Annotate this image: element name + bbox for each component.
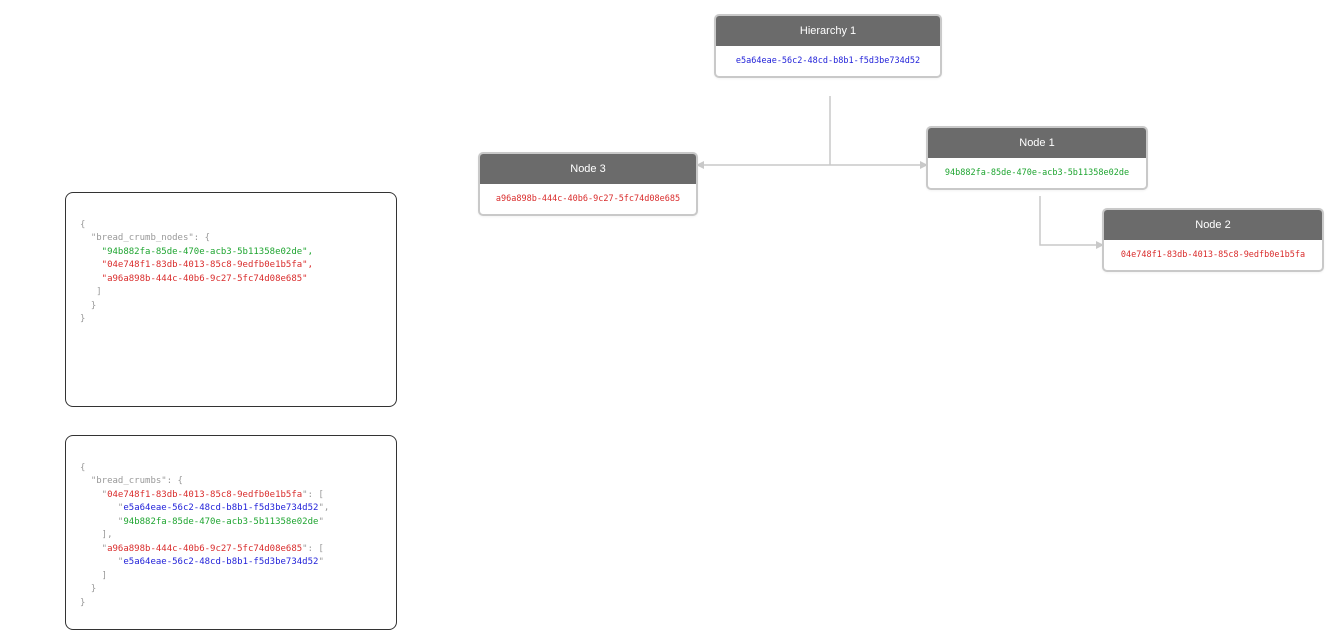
uuid-red: "04e748f1-83db-4013-85c8-9edfb0e1b5fa",	[80, 260, 313, 270]
code-line: "a96a898b-444c-40b6-9c27-5fc74d08e685": …	[80, 544, 324, 554]
node-uuid: a96a898b-444c-40b6-9c27-5fc74d08e685	[480, 184, 696, 214]
code-line: ]	[80, 571, 107, 581]
code-line: }	[80, 598, 85, 608]
code-line: "bread_crumbs": {	[80, 476, 183, 486]
node-uuid: 04e748f1-83db-4013-85c8-9edfb0e1b5fa	[1104, 240, 1322, 270]
node-title: Node 1	[928, 128, 1146, 158]
json-panel-breadcrumbs: { "bread_crumbs": { "04e748f1-83db-4013-…	[65, 435, 397, 630]
node-root: Hierarchy 1 e5a64eae-56c2-48cd-b8b1-f5d3…	[714, 14, 942, 78]
code-line: ]	[80, 287, 102, 297]
code-line: "e5a64eae-56c2-48cd-b8b1-f5d3be734d52",	[80, 503, 329, 513]
code-line: ],	[80, 530, 113, 540]
code-line: {	[80, 463, 85, 473]
node-title: Hierarchy 1	[716, 16, 940, 46]
code-line: }	[80, 314, 85, 324]
node-3: Node 3 a96a898b-444c-40b6-9c27-5fc74d08e…	[478, 152, 698, 216]
code-line: "bread_crumb_nodes": {	[80, 233, 210, 243]
uuid-green: "94b882fa-85de-470e-acb3-5b11358e02de",	[80, 247, 313, 257]
code-line: }	[80, 584, 96, 594]
node-uuid: e5a64eae-56c2-48cd-b8b1-f5d3be734d52	[716, 46, 940, 76]
uuid-red: "a96a898b-444c-40b6-9c27-5fc74d08e685"	[80, 274, 308, 284]
code-line: }	[80, 301, 96, 311]
node-title: Node 3	[480, 154, 696, 184]
node-uuid: 94b882fa-85de-470e-acb3-5b11358e02de	[928, 158, 1146, 188]
code-line: "e5a64eae-56c2-48cd-b8b1-f5d3be734d52"	[80, 557, 324, 567]
json-panel-breadcrumb-nodes: { "bread_crumb_nodes": { "94b882fa-85de-…	[65, 192, 397, 407]
hierarchy-diagram: Hierarchy 1 e5a64eae-56c2-48cd-b8b1-f5d3…	[460, 0, 1330, 400]
node-title: Node 2	[1104, 210, 1322, 240]
code-line: {	[80, 220, 85, 230]
code-line: "04e748f1-83db-4013-85c8-9edfb0e1b5fa": …	[80, 490, 324, 500]
node-1: Node 1 94b882fa-85de-470e-acb3-5b11358e0…	[926, 126, 1148, 190]
code-line: "94b882fa-85de-470e-acb3-5b11358e02de"	[80, 517, 324, 527]
node-2: Node 2 04e748f1-83db-4013-85c8-9edfb0e1b…	[1102, 208, 1324, 272]
